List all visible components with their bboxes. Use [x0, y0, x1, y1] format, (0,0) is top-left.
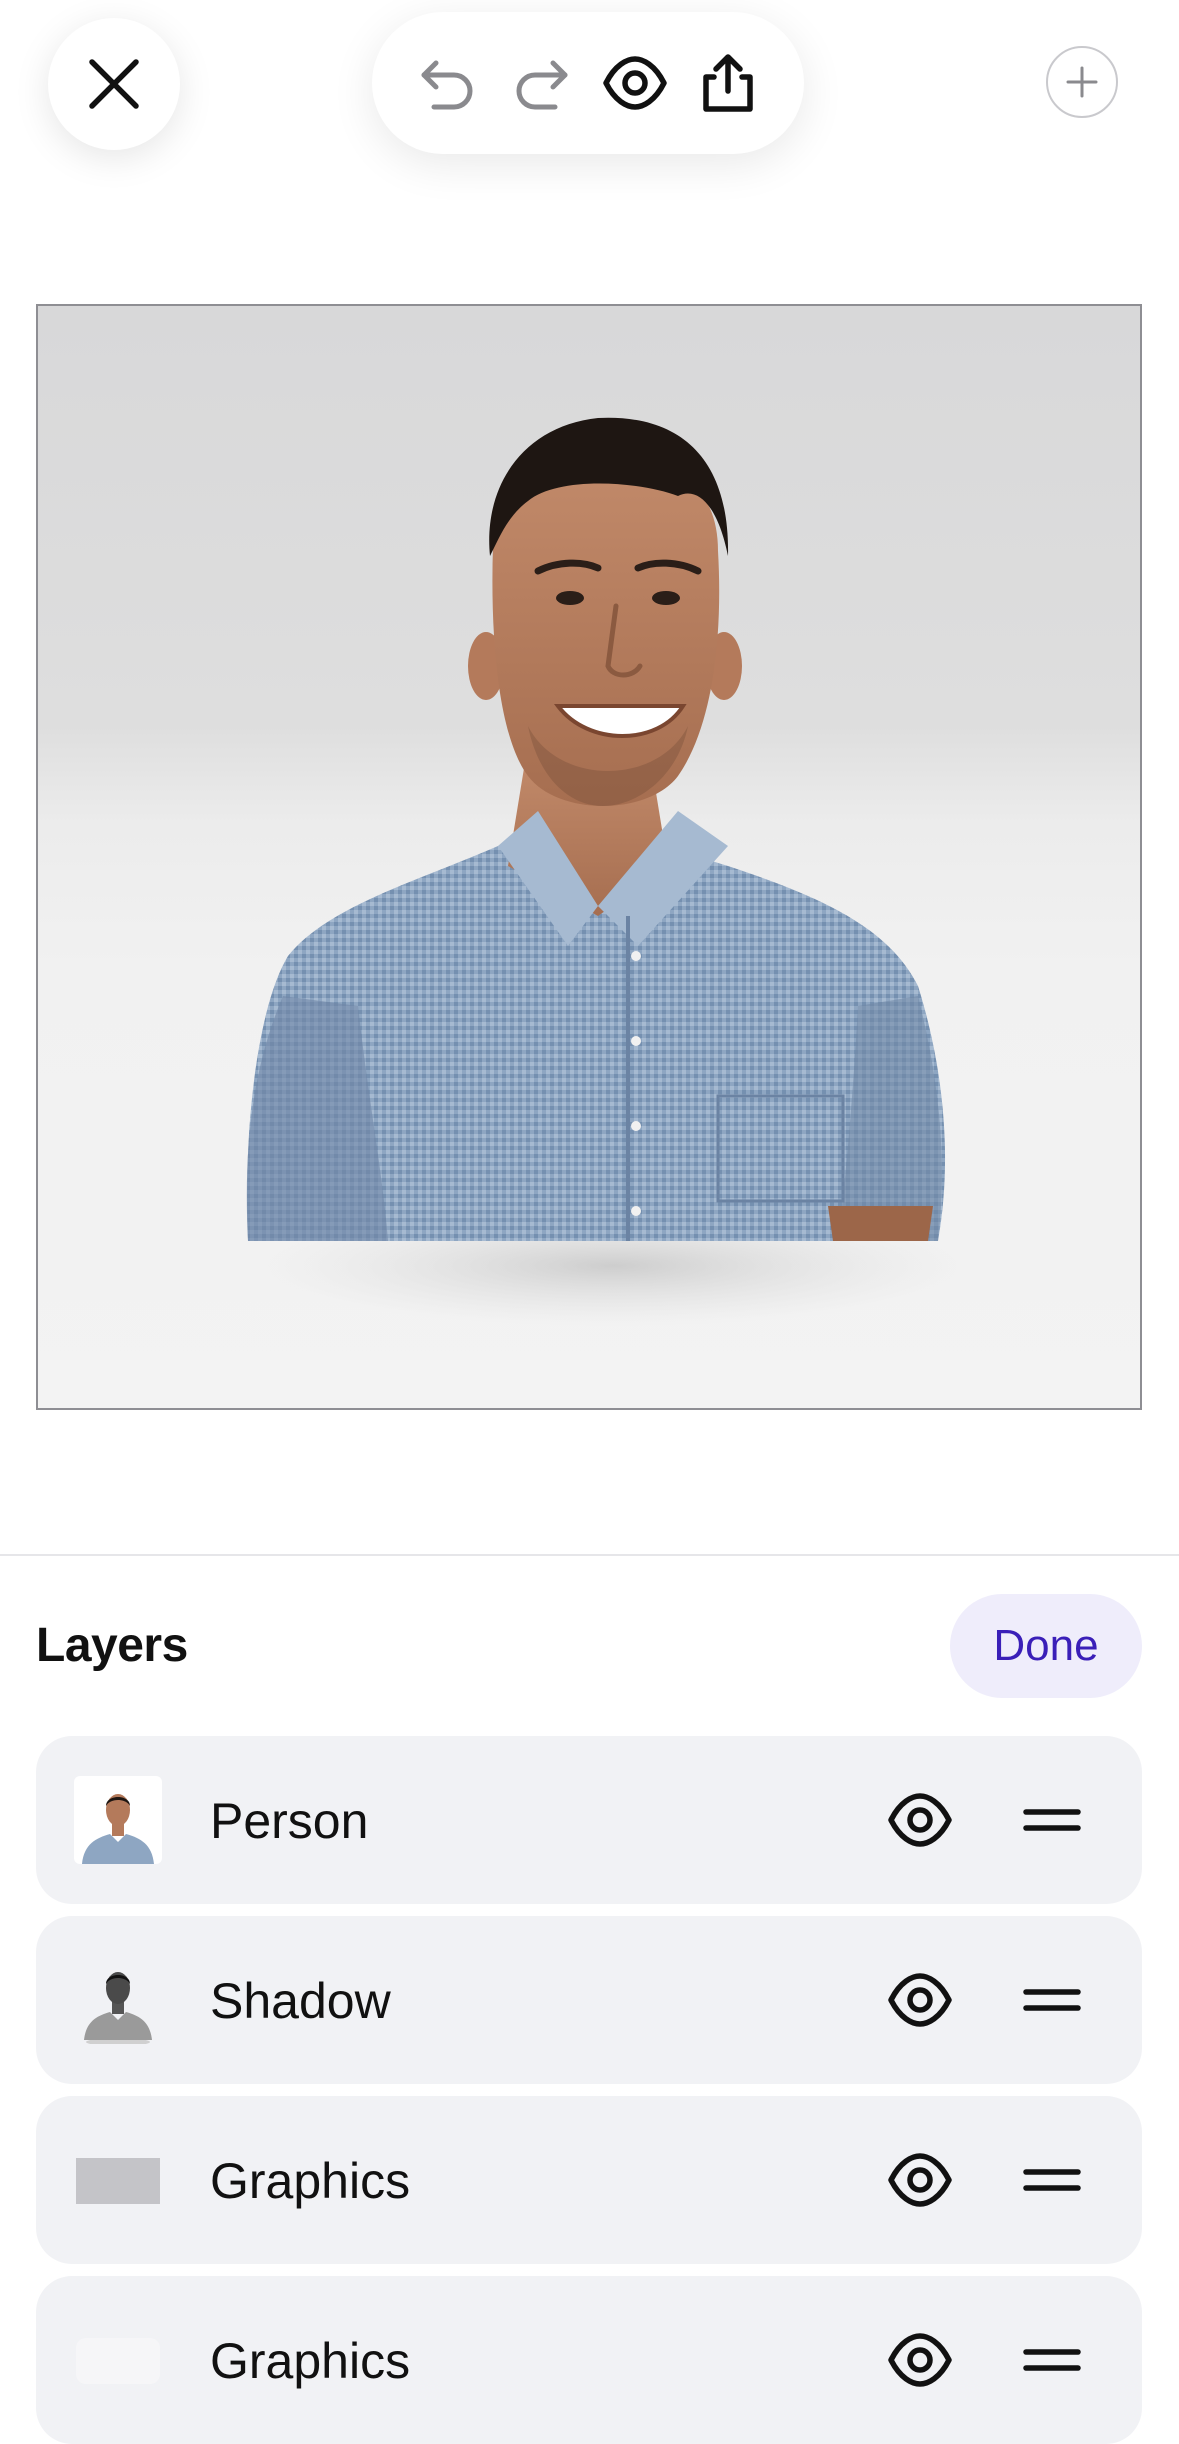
drag-handle-icon [1023, 2349, 1081, 2371]
person-thumbnail [74, 1776, 162, 1864]
light-rectangle-thumbnail [74, 2316, 162, 2404]
visibility-toggle[interactable] [888, 1968, 952, 2032]
undo-button[interactable] [410, 45, 486, 121]
layer-row-graphics[interactable]: Graphics [36, 2276, 1142, 2444]
eye-icon [888, 1973, 952, 2027]
preview-button[interactable] [597, 45, 673, 121]
layer-row-person[interactable]: Person [36, 1736, 1142, 1904]
layer-row-graphics[interactable]: Graphics [36, 2096, 1142, 2264]
close-button[interactable] [48, 18, 180, 150]
portrait-photo [246, 417, 973, 1326]
redo-icon [516, 60, 568, 110]
visibility-toggle[interactable] [888, 2148, 952, 2212]
drag-handle[interactable] [1020, 2328, 1084, 2392]
add-button[interactable] [1046, 46, 1118, 118]
share-button[interactable] [690, 45, 766, 121]
plus-icon [1066, 66, 1098, 98]
eye-icon [888, 2153, 952, 2207]
visibility-toggle[interactable] [888, 1788, 952, 1852]
layer-label: Person [210, 1793, 369, 1849]
panel-divider [0, 1554, 1179, 1556]
shadow-thumbnail [74, 1956, 162, 2044]
layer-row-shadow[interactable]: Shadow [36, 1916, 1142, 2084]
drag-handle[interactable] [1020, 1788, 1084, 1852]
drag-handle-icon [1023, 2169, 1081, 2191]
eye-icon [888, 1793, 952, 1847]
done-button[interactable]: Done [950, 1594, 1142, 1698]
layer-label: Graphics [210, 2333, 411, 2389]
layers-title: Layers [36, 1619, 188, 1672]
close-icon [89, 59, 139, 109]
share-icon [703, 54, 753, 112]
visibility-toggle[interactable] [888, 2328, 952, 2392]
drag-handle-icon [1023, 1989, 1081, 2011]
eye-icon [888, 2333, 952, 2387]
eye-icon [602, 56, 667, 110]
undo-icon [421, 60, 473, 110]
layer-label: Graphics [210, 2153, 411, 2209]
top-toolbar [372, 12, 804, 154]
drag-handle[interactable] [1020, 2148, 1084, 2212]
drag-handle-icon [1023, 1809, 1081, 1831]
layer-label: Shadow [210, 1973, 391, 2029]
photo-canvas[interactable] [36, 304, 1142, 1410]
drag-handle[interactable] [1020, 1968, 1084, 2032]
redo-button[interactable] [503, 45, 579, 121]
gray-rectangle-thumbnail [74, 2136, 162, 2224]
